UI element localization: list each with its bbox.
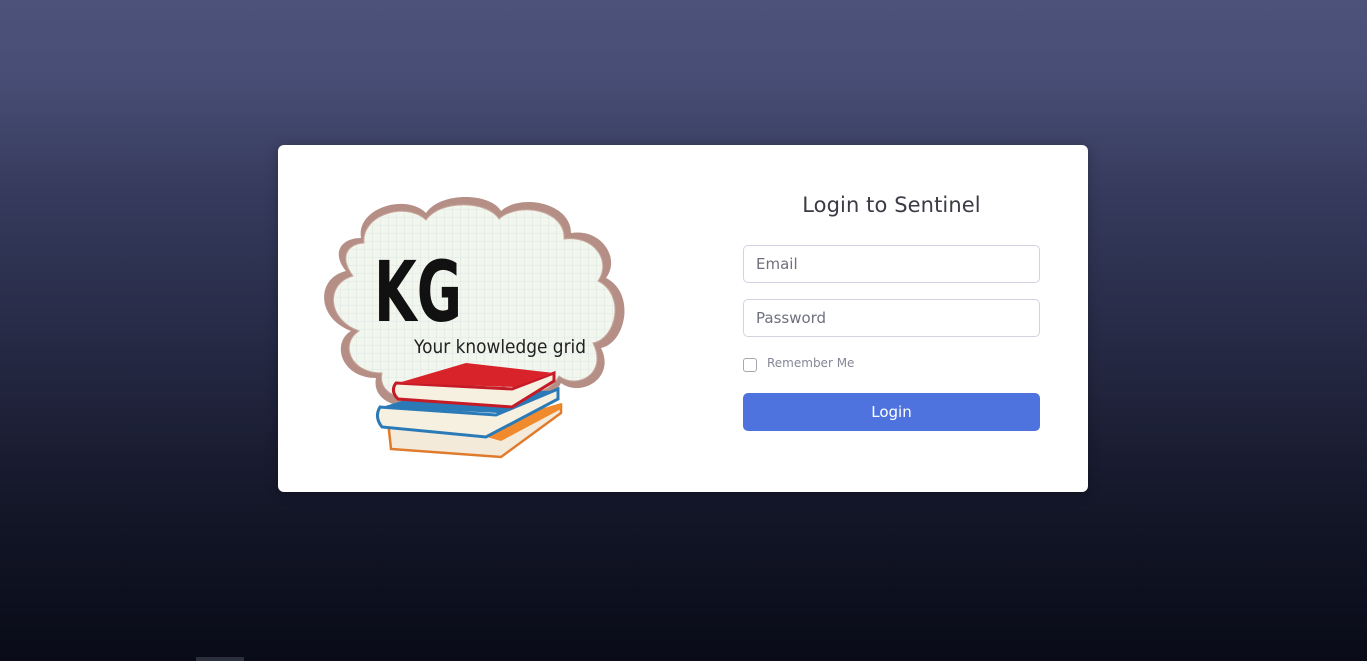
email-field[interactable] <box>743 245 1040 283</box>
remember-me-checkbox[interactable] <box>743 358 757 372</box>
login-card: KG Your knowledge grid Login to Sentinel… <box>278 145 1088 492</box>
remember-me-row[interactable]: Remember Me <box>743 354 854 372</box>
login-button[interactable]: Login <box>743 393 1040 431</box>
form-title: Login to Sentinel <box>802 193 981 217</box>
remember-me-label: Remember Me <box>767 356 855 370</box>
kg-logo: KG Your knowledge grid <box>316 193 636 465</box>
bottom-edge-tab <box>196 657 244 661</box>
password-field[interactable] <box>743 299 1040 337</box>
logo-tagline: Your knowledge grid <box>413 336 586 358</box>
logo-initials: KG <box>374 243 462 341</box>
